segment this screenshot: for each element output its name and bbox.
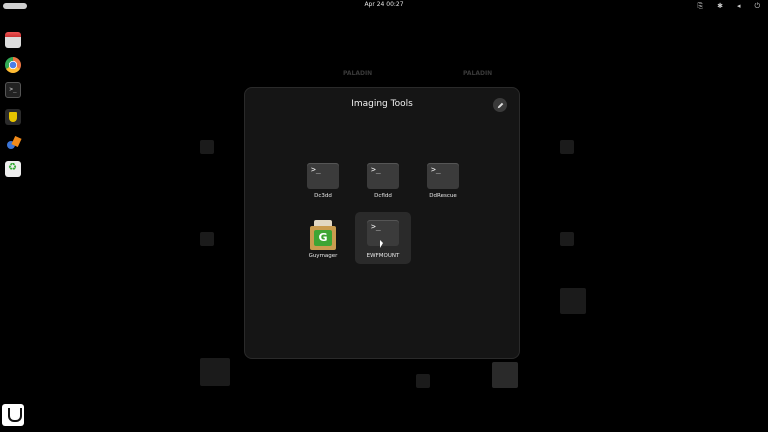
palador-logo: PALADIN xyxy=(463,70,493,77)
app-label: DdRescue xyxy=(429,193,457,199)
app-ddrescue[interactable]: >_ DdRescue xyxy=(415,158,471,210)
app-label: Dcfldd xyxy=(374,193,392,199)
show-apps-icon[interactable] xyxy=(2,404,24,426)
terminal-icon[interactable]: >_ xyxy=(5,82,21,98)
ghost-app-icon xyxy=(560,288,586,314)
guymager-icon: G xyxy=(308,220,338,252)
app-label: Dc3dd xyxy=(314,193,332,199)
app-label: Guymager xyxy=(308,253,338,259)
ghost-app-icon xyxy=(200,232,214,246)
ghost-app-icon xyxy=(416,374,430,388)
ghost-app-icon xyxy=(560,232,574,246)
app-folder-dialog: Imaging Tools >_ Dc3dd >_ Dcfldd >_ DdRe… xyxy=(244,87,520,359)
app-dc3dd[interactable]: >_ Dc3dd xyxy=(295,158,351,210)
ghost-app-icon xyxy=(492,362,518,388)
palador-logo: PALADIN xyxy=(343,70,373,77)
app-label: EWFMOUNT xyxy=(366,253,400,259)
terminal-icon: >_ xyxy=(307,163,339,189)
mouse-cursor xyxy=(380,240,383,248)
app-guymager[interactable]: G Guymager xyxy=(295,218,351,270)
ghost-app-icon xyxy=(200,358,230,386)
chrome-icon[interactable] xyxy=(5,57,21,73)
tools-icon[interactable] xyxy=(5,135,21,151)
ghost-app-icon xyxy=(200,140,214,154)
terminal-icon: >_ xyxy=(427,163,459,189)
volume-icon: ◂ xyxy=(736,2,741,10)
dock: >_ xyxy=(0,12,26,432)
clock[interactable]: Apr 24 00:27 xyxy=(0,1,768,8)
app-dcfldd[interactable]: >_ Dcfldd xyxy=(355,158,411,210)
folder-title: Imaging Tools xyxy=(351,99,413,109)
pencil-icon xyxy=(497,102,503,108)
bluetooth-icon: ✱ xyxy=(717,2,723,10)
system-tray[interactable]: ⎘ ✱ ◂ ⏻ xyxy=(697,1,760,11)
files-icon[interactable] xyxy=(5,32,21,48)
ghost-app-icon xyxy=(560,140,574,154)
power-icon: ⏻ xyxy=(754,2,760,10)
rename-folder-button[interactable] xyxy=(493,98,507,112)
network-icon: ⎘ xyxy=(697,2,704,10)
app-ewfmount[interactable]: >_ EWFMOUNT xyxy=(355,212,411,264)
top-bar: Apr 24 00:27 ⎘ ✱ ◂ ⏻ xyxy=(0,0,768,12)
trash-icon[interactable] xyxy=(5,161,21,177)
terminal-icon: >_ xyxy=(367,163,399,189)
shield-app-icon[interactable] xyxy=(5,109,21,125)
terminal-icon: >_ xyxy=(367,220,399,246)
